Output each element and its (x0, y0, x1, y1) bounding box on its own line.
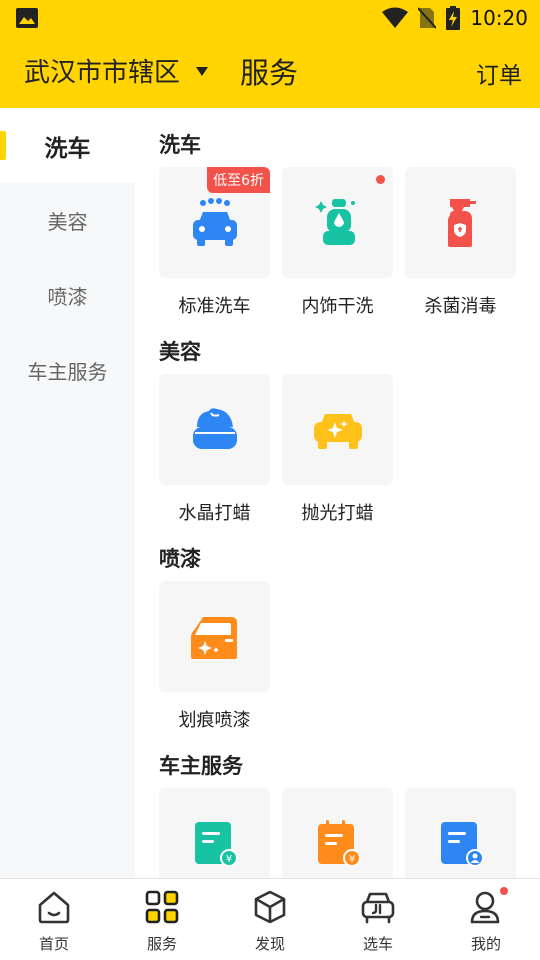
service-tile (159, 581, 270, 692)
profile-icon (470, 891, 500, 924)
service-card-scratch-paint[interactable]: 划痕喷漆 (159, 581, 270, 732)
car-seat-icon (314, 198, 355, 245)
section-title-beauty: 美容 (159, 340, 201, 364)
invoice-orange-icon: ¥ (317, 819, 361, 867)
sidebar-item-owner-services[interactable]: 车主服务 (0, 333, 135, 408)
profile-icon-wrap (468, 887, 508, 925)
status-bar: 10:20 (0, 0, 540, 36)
section-title-paint: 喷漆 (159, 547, 201, 571)
sidebar-item-label: 车主服务 (27, 360, 108, 384)
city-label: 武汉市市辖区 (24, 58, 181, 88)
orders-button[interactable]: 订单 (476, 56, 522, 90)
service-tile (405, 788, 516, 878)
page-title: 服务 (240, 56, 299, 90)
sidebar-item-label: 美容 (47, 210, 88, 234)
nav-label: 选车 (362, 935, 393, 953)
car-wash-icon (192, 197, 237, 246)
service-tile (282, 374, 393, 485)
sidebar-item-label: 喷漆 (47, 285, 88, 309)
battery-charging-icon (446, 6, 461, 30)
section-title-car-wash: 洗车 (159, 133, 201, 157)
service-label: 杀菌消毒 (424, 296, 497, 317)
service-label: 划痕喷漆 (178, 710, 251, 731)
service-tile (159, 374, 270, 485)
nav-label: 服务 (146, 935, 177, 953)
service-card-standard-wash[interactable]: 低至6折 标准洗车 (159, 167, 270, 318)
car-door-paint-icon (190, 616, 237, 659)
notification-dot (500, 887, 508, 895)
service-label: 内饰干洗 (301, 296, 374, 317)
grid-icon (145, 890, 179, 924)
service-tile (405, 167, 516, 278)
service-card-disinfect[interactable]: 杀菌消毒 (405, 167, 516, 318)
nav-discover[interactable]: 发现 (216, 879, 324, 960)
header: 武汉市市辖区 服务 订单 (0, 36, 540, 108)
wifi-icon (382, 7, 409, 28)
service-tile: ¥ (282, 788, 393, 878)
section-title-owner-services: 车主服务 (159, 754, 243, 778)
service-label: 标准洗车 (178, 296, 251, 317)
cube-icon (254, 890, 286, 924)
discount-badge: 低至6折 (207, 167, 270, 193)
service-tile: ¥ (159, 788, 270, 878)
svg-text:¥: ¥ (225, 854, 231, 865)
service-card-crystal-wax[interactable]: 水晶打蜡 (159, 374, 270, 525)
polish-car-icon (313, 413, 362, 449)
sidebar-item-paint[interactable]: 喷漆 (0, 258, 135, 333)
nav-label: 首页 (38, 935, 69, 953)
nav-profile[interactable]: 我的 (432, 879, 540, 960)
service-card-owner-1[interactable]: ¥ (159, 788, 270, 878)
sidebar-item-beauty[interactable]: 美容 (0, 183, 135, 258)
nav-home[interactable]: 首页 (0, 879, 108, 960)
nav-services[interactable]: 服务 (108, 879, 216, 960)
service-tile (282, 167, 393, 278)
notification-dot (376, 175, 385, 184)
top-bar: 10:20 武汉市市辖区 服务 订单 (0, 0, 540, 108)
service-card-interior-clean[interactable]: 内饰干洗 (282, 167, 393, 318)
caret-down-icon (196, 67, 209, 76)
service-card-owner-3[interactable] (405, 788, 516, 878)
category-sidebar: 洗车 美容 喷漆 车主服务 (0, 108, 135, 878)
city-selector[interactable]: 武汉市市辖区 (24, 52, 209, 89)
home-icon (38, 891, 70, 924)
service-label: 抛光打蜡 (301, 503, 374, 524)
active-indicator (0, 131, 6, 160)
service-card-polish-wax[interactable]: 抛光打蜡 (282, 374, 393, 525)
invoice-green-icon: ¥ (194, 821, 238, 867)
wax-jar-icon (192, 407, 237, 449)
sidebar-item-car-wash[interactable]: 洗车 (0, 108, 135, 183)
service-tile: 低至6折 (159, 167, 270, 278)
service-card-owner-2[interactable]: ¥ (282, 788, 393, 878)
bottom-nav: 首页 服务 发现 选车 我的 (0, 878, 540, 960)
status-right: 10:20 (382, 4, 528, 32)
disinfect-spray-icon (447, 198, 476, 247)
nav-label: 我的 (470, 935, 501, 953)
service-content: 洗车 低至6折 标准洗车 内饰干洗 杀菌消毒 美容 水晶打蜡 抛光打蜡 喷漆 划… (135, 108, 540, 878)
no-sim-icon (418, 7, 437, 29)
profile-doc-icon (440, 821, 484, 867)
status-time: 10:20 (470, 6, 528, 30)
nav-label: 发现 (254, 935, 285, 953)
gallery-icon (16, 8, 38, 28)
car-select-icon (361, 892, 395, 924)
svg-text:¥: ¥ (348, 854, 354, 865)
service-label: 水晶打蜡 (178, 503, 251, 524)
sidebar-item-label: 洗车 (44, 135, 91, 162)
nav-car-select[interactable]: 选车 (324, 879, 432, 960)
